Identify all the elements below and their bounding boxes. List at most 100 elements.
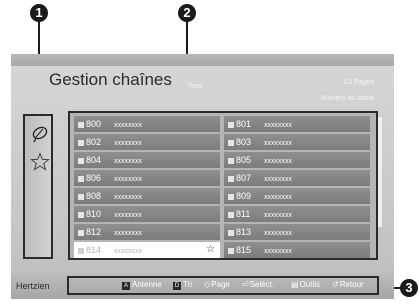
channel-name: xxxxxxxx	[114, 140, 142, 147]
page-label: Page	[211, 280, 230, 289]
channel-row[interactable]: 805 xxxxxxxx	[224, 152, 370, 168]
channel-column-left: 800 xxxxxxxx 802 xxxxxxxx 804 xxxxxxxx 806 x…	[74, 116, 220, 260]
page-icon: ◇	[204, 280, 211, 289]
channel-marker	[78, 139, 84, 146]
callout-1: 1	[30, 4, 48, 22]
channel-number: 805	[236, 155, 252, 165]
star-outline-icon[interactable]	[30, 152, 50, 172]
page-title: Gestion chaînes	[49, 70, 172, 89]
channel-marker	[228, 139, 234, 146]
return-icon: ↺	[332, 280, 339, 289]
channel-marker	[78, 211, 84, 218]
channel-name: xxxxxxxx	[264, 230, 292, 237]
channel-name: xxxxxxxx	[264, 176, 292, 183]
sidebar	[23, 114, 53, 259]
channel-number: 809	[236, 191, 252, 201]
channel-marker	[228, 121, 234, 128]
channel-manager-screen: Gestion chaînes Tous 1/2 Pages Numéro du…	[11, 54, 394, 299]
callout-3: 3	[400, 279, 418, 297]
sort-label-text: Tri	[183, 280, 193, 289]
channel-number: 806	[86, 173, 102, 183]
channel-marker	[78, 229, 84, 236]
sort-label: Numéro du canal	[320, 95, 374, 102]
channel-number: 811	[236, 209, 251, 219]
channel-marker	[228, 247, 234, 254]
source-label: Hertzien	[16, 281, 50, 291]
return-label: Retour	[339, 280, 364, 289]
scrollbar[interactable]	[378, 117, 382, 227]
channel-row[interactable]: 804 xxxxxxxx	[74, 152, 220, 168]
channel-number: 802	[86, 137, 102, 147]
page-indicator: 1/2 Pages	[342, 79, 374, 86]
channel-number: 807	[236, 173, 252, 183]
antenna-action[interactable]: A Antenne	[122, 280, 162, 290]
channel-row[interactable]: 809 xxxxxxxx	[224, 188, 370, 204]
select-label: Seléct.	[249, 280, 275, 289]
callout-2: 2	[178, 4, 196, 22]
return-action[interactable]: ↺Retour	[332, 280, 364, 289]
channel-marker	[228, 175, 234, 182]
channel-name: xxxxxxxx	[114, 212, 142, 219]
channel-row[interactable]: 801 xxxxxxxx	[224, 116, 370, 132]
enter-icon: ⏎	[242, 280, 249, 289]
satellite-antenna-icon[interactable]	[30, 124, 50, 144]
tools-icon: ▤	[291, 280, 299, 289]
channel-number: 801	[236, 119, 252, 129]
sort-action[interactable]: D Tri	[173, 280, 192, 290]
channel-row[interactable]: 808 xxxxxxxx	[74, 188, 220, 204]
channel-marker	[228, 157, 234, 164]
channel-row[interactable]: 810 xxxxxxxx	[74, 206, 220, 222]
channel-marker	[228, 229, 234, 236]
channel-row[interactable]: 802 xxxxxxxx	[74, 134, 220, 150]
channel-name: xxxxxxxx	[264, 140, 292, 147]
channel-list: 800 xxxxxxxx 802 xxxxxxxx 804 xxxxxxxx 806 x…	[68, 111, 378, 260]
top-bar	[11, 54, 394, 66]
channel-marker	[228, 211, 234, 218]
channel-number: 815	[236, 245, 252, 255]
tools-action[interactable]: ▤Outils	[291, 280, 320, 289]
channel-marker	[78, 193, 84, 200]
channel-name: xxxxxxxx	[264, 158, 292, 165]
channel-name: xxxxxxxx	[264, 212, 292, 219]
channel-name: xxxxxxxx	[264, 248, 292, 255]
channel-name: xxxxxxxx	[264, 122, 292, 129]
a-key-icon: A	[122, 282, 130, 290]
channel-column-right: 801 xxxxxxxx 803 xxxxxxxx 805 xxxxxxxx 807 x…	[224, 116, 370, 260]
favorite-star-icon[interactable]: ☆	[206, 242, 215, 258]
antenna-label: Antenne	[132, 280, 162, 289]
channel-row[interactable]: 813 xxxxxxxx	[224, 224, 370, 240]
channel-number: 808	[86, 191, 102, 201]
channel-marker	[78, 175, 84, 182]
d-key-icon: D	[173, 282, 181, 290]
channel-marker	[228, 193, 234, 200]
footer-bar: Hertzien A Antenne D Tri ◇Page ⏎Seléct. ▤O…	[11, 273, 394, 299]
channel-number: 814	[86, 245, 102, 255]
channel-marker	[78, 247, 84, 254]
channel-number: 813	[236, 227, 252, 237]
channel-row[interactable]: 815 xxxxxxxx	[224, 242, 370, 258]
channel-row-selected[interactable]: 814 xxxxxxxx ☆	[74, 242, 220, 258]
channel-marker	[78, 121, 84, 128]
channel-row[interactable]: 800 xxxxxxxx	[74, 116, 220, 132]
channel-row[interactable]: 806 xxxxxxxx	[74, 170, 220, 186]
tools-label: Outils	[299, 280, 321, 289]
channel-name: xxxxxxxx	[114, 176, 142, 183]
help-bar: A Antenne D Tri ◇Page ⏎Seléct. ▤Outils ↺Re…	[67, 276, 379, 295]
channel-number: 804	[86, 155, 102, 165]
channel-row[interactable]: 807 xxxxxxxx	[224, 170, 370, 186]
channel-number: 800	[86, 119, 102, 129]
channel-name: xxxxxxxx	[114, 158, 142, 165]
channel-name: xxxxxxxx	[114, 230, 142, 237]
channel-marker	[78, 157, 84, 164]
channel-row[interactable]: 811 xxxxxxxx	[224, 206, 370, 222]
channel-name: xxxxxxxx	[114, 194, 142, 201]
channel-name: xxxxxxxx	[114, 122, 142, 129]
channel-number: 812	[86, 227, 102, 237]
channel-name: xxxxxxxx	[264, 194, 292, 201]
select-action[interactable]: ⏎Seléct.	[242, 280, 274, 289]
channel-number: 810	[86, 209, 102, 219]
page-action[interactable]: ◇Page	[204, 280, 230, 289]
channel-row[interactable]: 812 xxxxxxxx	[74, 224, 220, 240]
channel-row[interactable]: 803 xxxxxxxx	[224, 134, 370, 150]
filter-label: Tous	[188, 83, 203, 90]
